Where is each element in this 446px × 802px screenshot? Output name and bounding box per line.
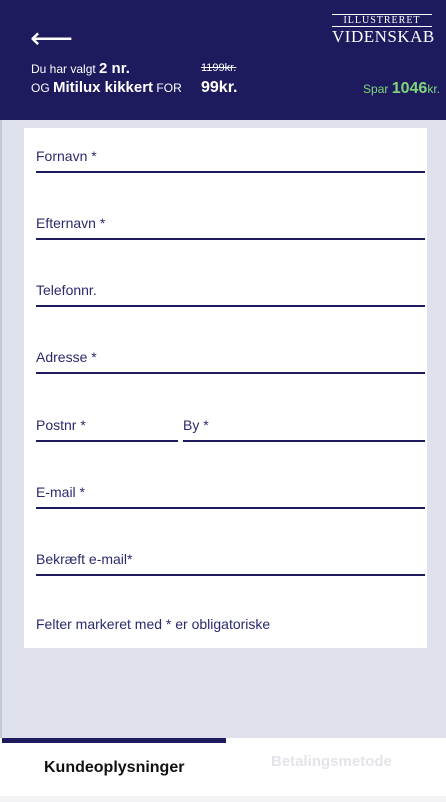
email-underline	[36, 507, 425, 509]
selected-count: 2 nr.	[99, 60, 130, 77]
postcode-underline	[36, 440, 178, 442]
logo-line1: ILLUSTRERET	[332, 14, 432, 27]
save-unit: kr.	[427, 82, 440, 96]
tab-payment-method[interactable]: Betalingsmetode	[271, 753, 392, 770]
active-tab-indicator	[2, 738, 226, 743]
phone-field[interactable]: Telefonnr.	[36, 282, 425, 307]
product-name: Mitilux kikkert	[53, 79, 154, 96]
last-name-field[interactable]: Efternavn *	[36, 215, 425, 240]
for-label: FOR	[156, 81, 182, 95]
bottom-divider	[0, 796, 446, 802]
new-price: 99kr.	[201, 79, 238, 96]
confirm-email-field[interactable]: Bekræft e-mail*	[36, 551, 425, 576]
logo-line2: VIDENSKAB	[332, 27, 435, 46]
logo: ILLUSTRERET VIDENSKAB	[332, 14, 435, 46]
city-label: By *	[183, 417, 209, 433]
email-field[interactable]: E-mail *	[36, 484, 425, 509]
save-amount: 1046	[391, 80, 428, 97]
required-note: Felter markeret med * er obligatoriske	[36, 616, 271, 632]
phone-label: Telefonnr.	[36, 282, 97, 298]
first-name-label: Fornavn *	[36, 148, 97, 164]
last-name-underline	[36, 238, 425, 240]
city-field[interactable]: By *	[183, 417, 425, 442]
step-tabs: Kundeoplysninger Betalingsmetode	[0, 738, 446, 802]
city-underline	[183, 440, 425, 442]
address-label: Adresse *	[36, 349, 97, 365]
phone-underline	[36, 305, 425, 307]
address-underline	[36, 372, 425, 374]
tab-customer-info[interactable]: Kundeoplysninger	[44, 759, 184, 777]
postcode-field[interactable]: Postnr *	[36, 417, 178, 442]
confirm-email-underline	[36, 574, 425, 576]
address-field[interactable]: Adresse *	[36, 349, 425, 374]
save-label: Spar	[363, 82, 389, 96]
header: ⟵ ILLUSTRERET VIDENSKAB Du har valgt 2 n…	[0, 0, 446, 120]
first-name-field[interactable]: Fornavn *	[36, 148, 425, 173]
og-label: OG	[31, 81, 50, 95]
first-name-underline	[36, 171, 425, 173]
last-name-label: Efternavn *	[36, 215, 106, 231]
old-price: 1199kr.	[201, 62, 237, 74]
email-label: E-mail *	[36, 484, 86, 500]
customer-form: Fornavn * Efternavn * Telefonnr. Adresse…	[24, 128, 427, 648]
selection-summary: Du har valgt 2 nr.	[31, 60, 130, 77]
postcode-label: Postnr *	[36, 417, 86, 433]
confirm-email-label: Bekræft e-mail*	[36, 551, 133, 567]
savings: Spar 1046kr.	[363, 80, 440, 98]
left-edge-divider	[0, 120, 2, 740]
product-summary: OG Mitilux kikkert FOR	[31, 79, 182, 96]
back-arrow-icon[interactable]: ⟵	[30, 24, 73, 54]
selected-prefix: Du har valgt	[31, 62, 96, 76]
